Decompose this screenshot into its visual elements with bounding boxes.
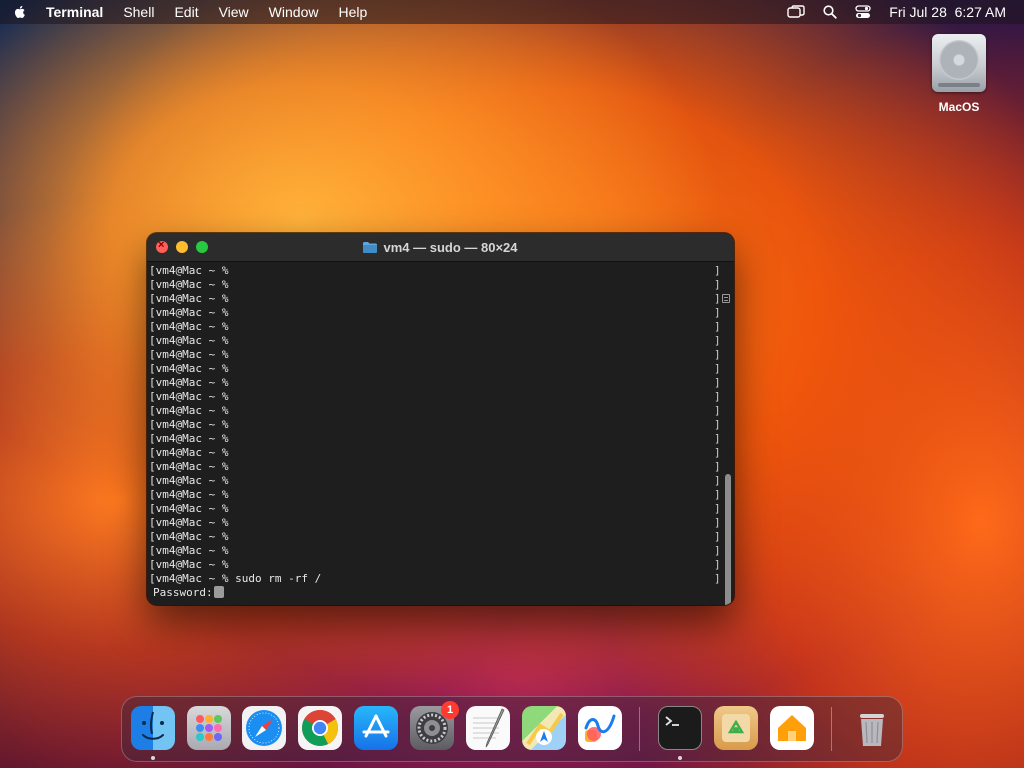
password-line[interactable]: Password: xyxy=(147,586,720,600)
control-center-icon[interactable] xyxy=(855,5,871,19)
textedit-icon[interactable] xyxy=(466,706,510,750)
terminal-line: [vm4@Mac ~ % ] xyxy=(147,502,721,516)
terminal-line: [vm4@Mac ~ % ] xyxy=(147,376,721,390)
terminal-line: [vm4@Mac ~ % ] xyxy=(147,530,721,544)
terminal-line: [vm4@Mac ~ % ] xyxy=(147,362,721,376)
terminal-line-text: [vm4@Mac ~ % xyxy=(149,362,236,375)
terminal-line-text: [vm4@Mac ~ % xyxy=(149,474,236,487)
terminal-line: [vm4@Mac ~ % ] xyxy=(147,544,721,558)
terminal-line: [vm4@Mac ~ % ] xyxy=(147,334,721,348)
home-icon[interactable] xyxy=(770,706,814,750)
terminal-line-text: [vm4@Mac ~ % xyxy=(149,544,236,557)
terminal-window[interactable]: × vm4 — sudo — 80×24 [vm4@Mac ~ % ] [vm4@… xyxy=(147,233,734,605)
terminal-line: [vm4@Mac ~ % ] xyxy=(147,390,721,404)
terminal-line: [vm4@Mac ~ % ] xyxy=(147,264,721,278)
terminal-line: [vm4@Mac ~ % ] xyxy=(147,474,721,488)
terminal-line-text: [vm4@Mac ~ % xyxy=(149,558,236,571)
safari-icon[interactable] xyxy=(242,706,286,750)
terminal-line-text: [vm4@Mac ~ % xyxy=(149,306,236,319)
terminal-line-text: [vm4@Mac ~ % xyxy=(149,460,236,473)
app-store-icon[interactable] xyxy=(354,706,398,750)
apple-menu-icon[interactable] xyxy=(12,4,28,20)
folder-icon xyxy=(363,241,378,256)
launchpad-icon[interactable] xyxy=(187,706,231,750)
split-pane-icon[interactable] xyxy=(722,294,730,303)
trash-icon[interactable] xyxy=(850,706,894,750)
menu-shell[interactable]: Shell xyxy=(123,4,154,20)
hard-drive-icon xyxy=(932,34,986,92)
terminal-titlebar[interactable]: × vm4 — sudo — 80×24 xyxy=(147,233,734,262)
menu-edit[interactable]: Edit xyxy=(174,4,198,20)
terminal-content[interactable]: [vm4@Mac ~ % ] [vm4@Mac ~ % ] [vm4@Mac ~ %… xyxy=(147,262,721,605)
dock-divider-trash xyxy=(831,707,832,751)
terminal-icon[interactable] xyxy=(658,706,702,750)
terminal-line-text: [vm4@Mac ~ % xyxy=(149,320,236,333)
dock: 1 xyxy=(121,696,903,762)
freeform-icon[interactable] xyxy=(578,706,622,750)
system-settings-icon[interactable]: 1 xyxy=(410,701,459,750)
scrollbar-thumb[interactable] xyxy=(725,474,731,605)
scrollbar[interactable] xyxy=(720,262,734,605)
terminal-line: [vm4@Mac ~ % ] xyxy=(147,446,721,460)
terminal-line: [vm4@Mac ~ % ] xyxy=(147,320,721,334)
finder-running-indicator xyxy=(151,756,155,760)
terminal-line: [vm4@Mac ~ % ] xyxy=(147,558,721,572)
window-title-text: vm4 — sudo — 80×24 xyxy=(383,240,518,255)
terminal-line-text: [vm4@Mac ~ % xyxy=(149,278,236,291)
terminal-line-text: [vm4@Mac ~ % xyxy=(149,348,236,361)
terminal-line-text: [vm4@Mac ~ % xyxy=(149,502,236,515)
drive-label: MacOS xyxy=(938,100,980,114)
menu-bar: Terminal Shell Edit View Window Help Fri… xyxy=(0,0,1024,24)
terminal-line: [vm4@Mac ~ % ] xyxy=(147,516,721,530)
terminal-line: [vm4@Mac ~ % ] xyxy=(147,306,721,320)
terminal-line: [vm4@Mac ~ % ] xyxy=(147,292,721,306)
spotlight-search-icon[interactable] xyxy=(823,5,837,19)
menu-clock[interactable]: Fri Jul 28 6:27 AM xyxy=(889,4,1006,20)
terminal-line-text: [vm4@Mac ~ % xyxy=(149,516,236,529)
menu-view[interactable]: View xyxy=(219,4,249,20)
menu-window[interactable]: Window xyxy=(269,4,319,20)
terminal-line-text: [vm4@Mac ~ % xyxy=(149,404,236,417)
terminal-line-text: [vm4@Mac ~ % xyxy=(149,446,236,459)
archive-utility-icon[interactable] xyxy=(714,706,758,750)
chrome-icon[interactable] xyxy=(298,706,342,750)
maps-icon[interactable] xyxy=(522,706,566,750)
terminal-line: [vm4@Mac ~ % sudo rm -rf /] xyxy=(147,572,721,586)
text-cursor xyxy=(213,586,224,598)
terminal-line: [vm4@Mac ~ % ] xyxy=(147,460,721,474)
terminal-line-text: [vm4@Mac ~ % xyxy=(149,432,236,445)
terminal-line: [vm4@Mac ~ % ] xyxy=(147,488,721,502)
screen-mirroring-icon[interactable] xyxy=(787,5,805,19)
dock-divider xyxy=(639,707,640,751)
terminal-line: [vm4@Mac ~ % ] xyxy=(147,404,721,418)
terminal-line-text: [vm4@Mac ~ % sudo rm -rf / xyxy=(149,572,322,585)
terminal-line-text: [vm4@Mac ~ % xyxy=(149,488,236,501)
terminal-line: [vm4@Mac ~ % ] xyxy=(147,432,721,446)
menu-app-name[interactable]: Terminal xyxy=(46,4,103,20)
finder-icon[interactable] xyxy=(131,706,175,750)
window-title: vm4 — sudo — 80×24 xyxy=(147,240,734,256)
terminal-line-text: [vm4@Mac ~ % xyxy=(149,530,236,543)
menu-help[interactable]: Help xyxy=(338,4,367,20)
notification-badge: 1 xyxy=(441,701,459,719)
desktop-drive[interactable]: MacOS xyxy=(926,34,992,114)
password-prompt: Password: xyxy=(153,586,213,599)
terminal-line: [vm4@Mac ~ % ] xyxy=(147,278,721,292)
terminal-line-text: [vm4@Mac ~ % xyxy=(149,376,236,389)
terminal-line-text: [vm4@Mac ~ % xyxy=(149,418,236,431)
terminal-line: [vm4@Mac ~ % ] xyxy=(147,418,721,432)
terminal-line-text: [vm4@Mac ~ % xyxy=(149,264,236,277)
terminal-line-text: [vm4@Mac ~ % xyxy=(149,390,236,403)
terminal-line-text: [vm4@Mac ~ % xyxy=(149,334,236,347)
terminal-running-indicator xyxy=(678,756,682,760)
terminal-line: [vm4@Mac ~ % ] xyxy=(147,348,721,362)
terminal-line-text: [vm4@Mac ~ % xyxy=(149,292,236,305)
